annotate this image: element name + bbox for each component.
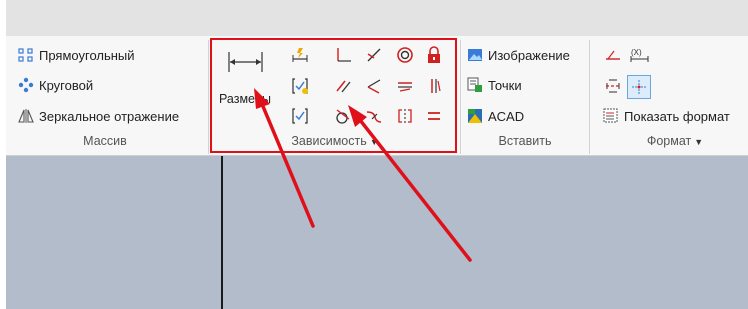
annotation-arrows — [254, 88, 472, 262]
annotation-arrow — [254, 88, 315, 228]
annotation-arrow — [348, 105, 472, 262]
